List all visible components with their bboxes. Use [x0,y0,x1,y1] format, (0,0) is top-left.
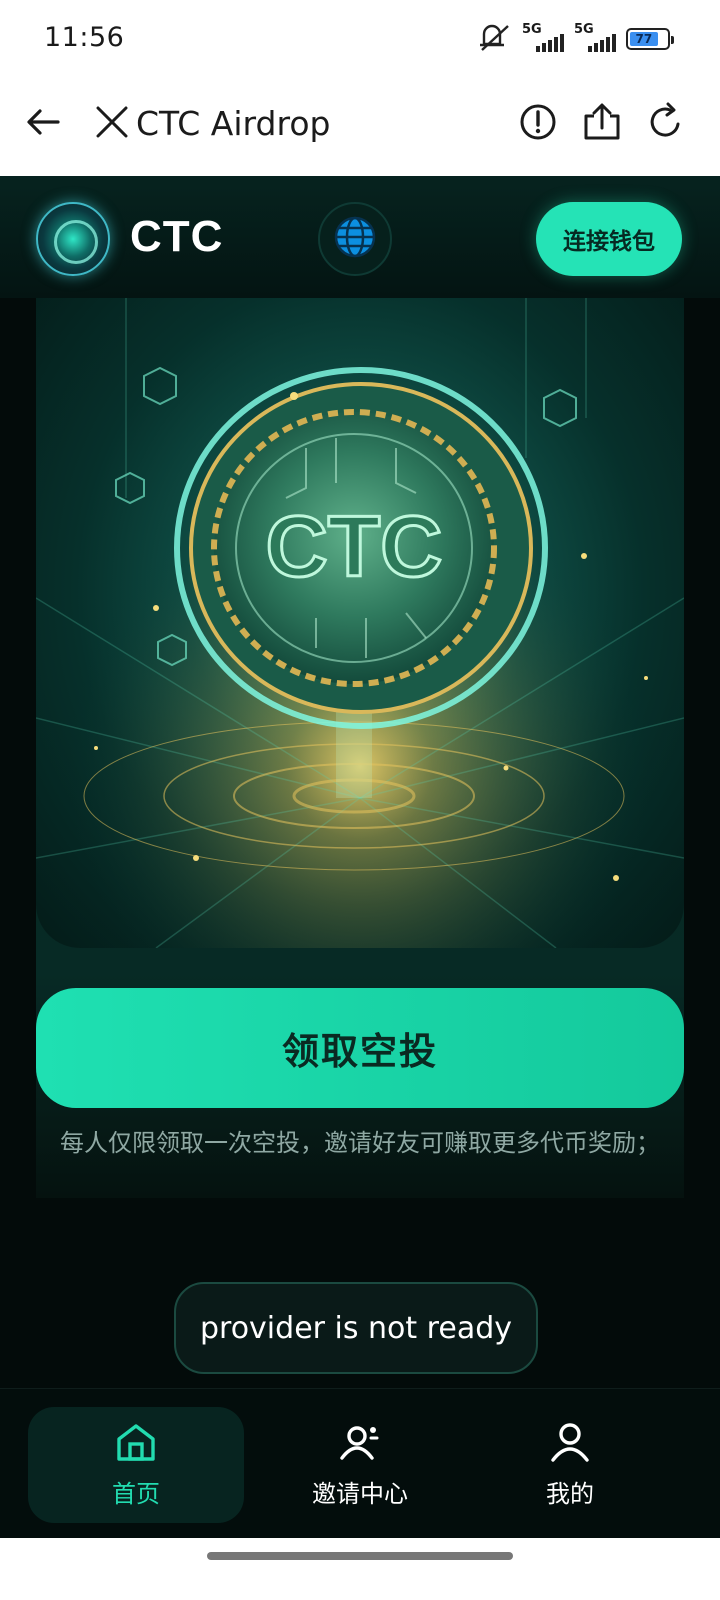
webview: CTC 连接钱包 CTC 领取空投 每人仅限领取一次空投，邀请好友可赚取更多代币… [0,176,720,1538]
hero-coin-text: CTC [266,499,443,595]
battery-icon: 77 [626,28,674,50]
globe-icon [333,215,377,263]
profile-icon [549,1422,591,1466]
tab-profile[interactable]: 我的 [462,1407,678,1523]
app-nav-bar: CTC Airdrop [0,78,720,176]
gesture-handle[interactable] [207,1552,513,1560]
gesture-area [0,1538,720,1600]
ctc-logo [36,202,110,276]
connect-wallet-button[interactable]: 连接钱包 [536,202,682,276]
nav-actions [518,102,686,142]
site-header: CTC 连接钱包 [0,176,720,298]
brand-name: CTC [130,212,224,261]
airdrop-card: CTC 领取空投 每人仅限领取一次空投，邀请好友可赚取更多代币奖励； [36,298,684,1198]
home-icon [115,1422,157,1466]
status-bar: 11:56 5G 5G 77 [0,0,720,78]
battery-level: 77 [630,32,658,46]
invite-icon [339,1422,381,1466]
tab-invite[interactable]: 邀请中心 [252,1407,468,1523]
close-icon[interactable] [92,102,132,142]
page-title: CTC Airdrop [136,104,331,143]
airdrop-note: 每人仅限领取一次空投，邀请好友可赚取更多代币奖励； [60,1129,660,1157]
back-arrow-icon[interactable] [24,102,64,142]
toast-message: provider is not ready [174,1282,538,1374]
cell-signal-icon-1: 5G [522,22,564,54]
status-icons: 5G 5G 77 [478,22,674,56]
tab-invite-label: 邀请中心 [312,1479,408,1508]
mute-icon [478,22,512,56]
tab-home[interactable]: 首页 [28,1407,244,1523]
refresh-icon[interactable] [646,102,686,142]
tab-home-label: 首页 [112,1479,160,1508]
info-icon[interactable] [518,102,558,142]
tab-profile-label: 我的 [546,1479,594,1508]
share-icon[interactable] [582,102,622,142]
cell-signal-icon-2: 5G [574,22,616,54]
bottom-tab-bar: 首页 邀请中心 我的 [0,1388,720,1538]
language-button[interactable] [318,202,392,276]
status-time: 11:56 [44,22,125,53]
hero-image: CTC [36,298,684,948]
claim-airdrop-button[interactable]: 领取空投 [36,988,684,1108]
